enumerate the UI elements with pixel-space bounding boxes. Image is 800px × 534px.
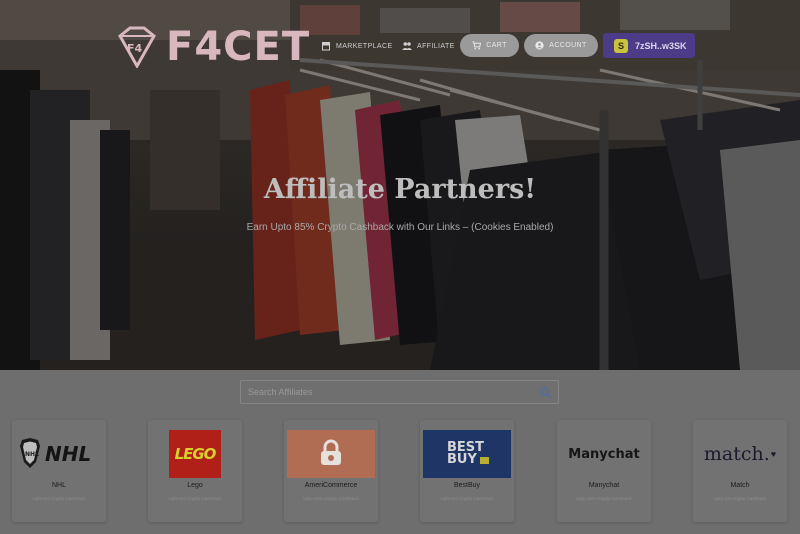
bestbuy-logo: BEST BUY [423, 430, 511, 478]
affiliate-card-match[interactable]: match. ♥ Match Upto 1% Crypto Cashback [693, 420, 787, 522]
affiliate-card-americommerce[interactable]: AmeriCommerce Upto 10% Crypto Cashback [284, 420, 378, 522]
search-bar [240, 380, 559, 404]
affiliate-name: AmeriCommerce [304, 482, 358, 489]
bestbuy-tag-icon [480, 457, 489, 464]
search-icon[interactable] [540, 387, 551, 398]
nhl-shield-icon: NHL NHL [20, 438, 91, 468]
wallet-button[interactable]: S 7zSH..w3SK [603, 33, 695, 58]
affiliate-cashback: Upto 10% Crypto Cashback [576, 496, 632, 501]
affiliate-cashback: Upto 1% Crypto Cashback [713, 496, 767, 501]
manychat-logo: Manychat [559, 430, 649, 478]
affiliate-cashback: Upto 1% Crypto Cashback [440, 496, 494, 501]
match-wordmark: match. [703, 443, 770, 465]
affiliate-name: Match [730, 482, 750, 489]
lego-wordmark: LEGO [174, 445, 217, 463]
americommerce-logo [287, 430, 375, 478]
nav-marketplace[interactable]: MARKETPLACE [321, 38, 393, 54]
affiliate-name: Lego [187, 482, 203, 489]
page-title: Affiliate Partners! [263, 174, 537, 205]
nav-affiliate-label: AFFILIATE [417, 42, 455, 50]
lock-bag-icon [321, 439, 341, 465]
cart-icon [472, 41, 482, 50]
group-icon [402, 42, 412, 50]
svg-text:F4: F4 [127, 42, 143, 55]
solana-icon: S [614, 38, 628, 53]
account-button[interactable]: ACCOUNT [524, 34, 598, 57]
svg-text:NHL: NHL [45, 442, 91, 466]
search-input[interactable] [248, 387, 528, 397]
affiliate-cashback: Upto 4% Crypto Cashback [32, 496, 86, 501]
account-icon [535, 41, 544, 50]
match-logo: match. ♥ [695, 430, 785, 478]
affiliate-name: NHL [51, 482, 66, 489]
brand-name: F4CET [166, 24, 311, 70]
page-subtitle: Earn Upto 85% Crypto Cashback with Our L… [246, 222, 554, 233]
account-label: ACCOUNT [549, 42, 587, 49]
affiliate-card-nhl[interactable]: NHL NHL NHL Upto 4% Crypto Cashback [12, 420, 106, 522]
affiliate-cashback: Upto 4% Crypto Cashback [168, 496, 222, 501]
nhl-logo: NHL NHL [14, 430, 104, 478]
affiliate-card-manychat[interactable]: Manychat Manychat Upto 10% Crypto Cashba… [557, 420, 651, 522]
affiliate-name: BestBuy [453, 482, 481, 489]
svg-text:NHL: NHL [25, 451, 39, 458]
nav-marketplace-label: MARKETPLACE [336, 42, 393, 50]
lego-red-box: LEGO [169, 430, 221, 478]
affiliate-cashback: Upto 10% Crypto Cashback [303, 496, 359, 501]
brand-logo[interactable]: F4 F4CET [114, 26, 310, 68]
affiliate-card-lego[interactable]: LEGO Lego Upto 4% Crypto Cashback [148, 420, 242, 522]
heart-icon: ♥ [770, 449, 777, 459]
wallet-address: 7zSH..w3SK [635, 40, 687, 51]
nav-affiliate[interactable]: AFFILIATE [402, 38, 455, 54]
lego-logo: LEGO [150, 430, 240, 478]
affiliate-name: Manychat [588, 482, 620, 489]
manychat-wordmark: Manychat [568, 446, 640, 462]
affiliate-card-bestbuy[interactable]: BEST BUY BestBuy Upto 1% Crypto Cashback [420, 420, 514, 522]
storefront-icon [322, 42, 330, 51]
diamond-logo-icon: F4 [118, 26, 156, 68]
cart-label: CART [486, 42, 507, 49]
cart-button[interactable]: CART [460, 34, 519, 57]
